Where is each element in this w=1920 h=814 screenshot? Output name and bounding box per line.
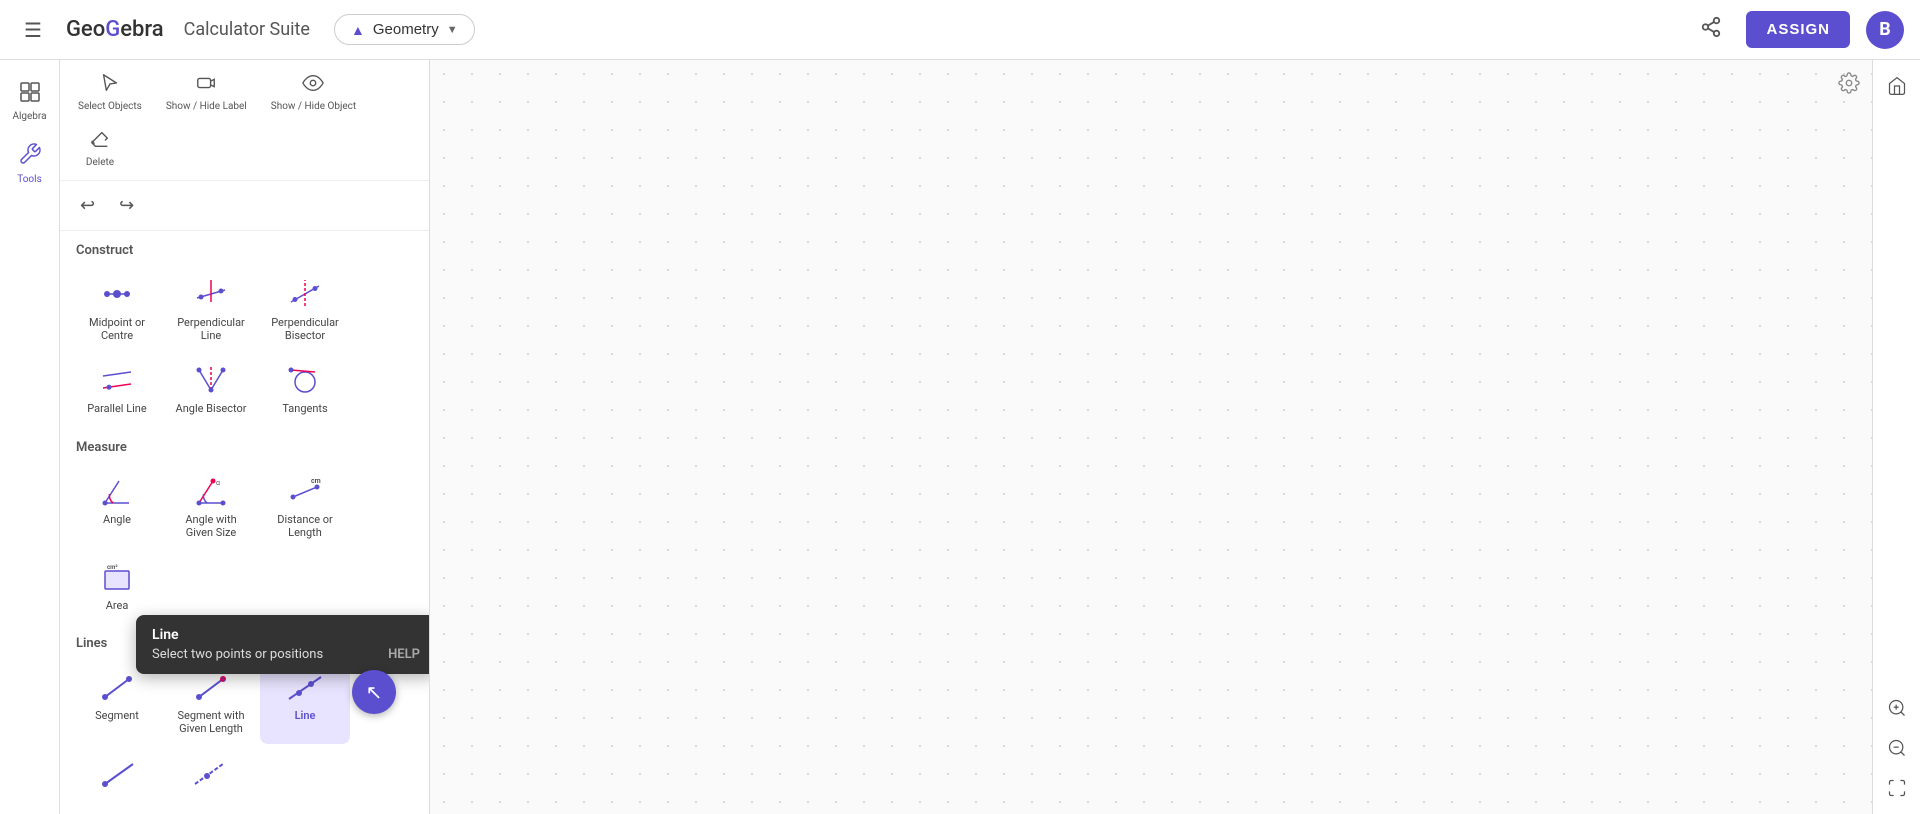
ray-tool-1[interactable] xyxy=(72,748,162,804)
svg-text:α: α xyxy=(216,479,220,487)
geometry-icon: ▲ xyxy=(351,22,365,38)
tools-icon xyxy=(18,142,42,172)
angle-given-size-tool[interactable]: α Angle with Given Size xyxy=(166,465,256,547)
assign-button[interactable]: ASSIGN xyxy=(1746,11,1850,48)
perpendicular-bisector-tool[interactable]: Perpendicular Bisector xyxy=(260,268,350,350)
midpoint-centre-label: Midpoint or Centre xyxy=(78,316,156,342)
fullscreen-button[interactable] xyxy=(1879,770,1915,806)
eraser-icon xyxy=(89,128,111,155)
ray-tool-2[interactable] xyxy=(166,748,256,804)
app-name: Calculator Suite xyxy=(184,19,310,40)
tooltip-description: Select two points or positions xyxy=(152,647,323,662)
measure-tools-grid: Angle α Angle with Given Size xyxy=(60,461,429,625)
area-tool[interactable]: cm² Area xyxy=(72,551,162,620)
angle-tool[interactable]: Angle xyxy=(72,465,162,547)
eye-icon xyxy=(302,72,324,99)
canvas-area[interactable] xyxy=(430,60,1872,814)
svg-text:cm: cm xyxy=(311,477,321,485)
show-hide-object-tool[interactable]: Show / Hide Object xyxy=(263,68,364,116)
tools-top-bar: Select Objects Show / Hide Label Show / … xyxy=(60,60,429,181)
line-label: Line xyxy=(295,709,316,722)
undo-button[interactable]: ↩ xyxy=(72,191,103,220)
main-layout: Algebra Tools Select Objects xyxy=(0,60,1920,814)
construct-tools-grid: Midpoint or Centre Perpendicular Line xyxy=(60,264,429,428)
chevron-down-icon: ▼ xyxy=(447,24,458,36)
cursor-arrow-icon: ↖ xyxy=(366,680,383,704)
share-icon[interactable] xyxy=(1692,8,1730,51)
area-label: Area xyxy=(106,599,129,612)
right-edge-panel xyxy=(1872,60,1920,814)
construct-section-label: Construct xyxy=(60,231,429,264)
parallel-line-tool[interactable]: Parallel Line xyxy=(72,354,162,423)
show-hide-label-label: Show / Hide Label xyxy=(166,101,247,112)
show-hide-label-tool[interactable]: Show / Hide Label xyxy=(158,68,255,116)
segment-given-length-label: Segment with Given Length xyxy=(172,709,250,735)
tooltip-title: Line xyxy=(152,627,420,643)
delete-label: Delete xyxy=(86,157,114,168)
help-link[interactable]: HELP xyxy=(388,647,420,662)
zoom-in-button[interactable] xyxy=(1879,690,1915,726)
settings-gear-icon[interactable] xyxy=(1838,72,1860,99)
geometry-label: Geometry xyxy=(373,21,439,38)
parallel-line-label: Parallel Line xyxy=(87,402,146,415)
header: ☰ GeoGebra Calculator Suite ▲ Geometry ▼… xyxy=(0,0,1920,60)
svg-text:cm²: cm² xyxy=(107,564,118,571)
angle-given-size-label: Angle with Given Size xyxy=(172,513,250,539)
sidebar-item-algebra[interactable]: Algebra xyxy=(4,72,56,130)
tooltip-popup: Line Select two points or positions HELP xyxy=(136,615,430,674)
tools-panel: Select Objects Show / Hide Label Show / … xyxy=(60,60,430,814)
angle-bisector-label: Angle Bisector xyxy=(176,402,247,415)
sidebar-icons: Algebra Tools xyxy=(0,60,60,814)
midpoint-centre-tool[interactable]: Midpoint or Centre xyxy=(72,268,162,350)
sidebar-item-tools[interactable]: Tools xyxy=(4,134,56,193)
select-icon xyxy=(99,72,121,99)
label-icon xyxy=(195,72,217,99)
angle-label: Angle xyxy=(103,513,131,526)
distance-length-label: Distance or Length xyxy=(266,513,344,539)
perpendicular-bisector-label: Perpendicular Bisector xyxy=(266,316,344,342)
measure-section-label: Measure xyxy=(60,428,429,461)
select-objects-tool[interactable]: Select Objects xyxy=(70,68,150,116)
angle-bisector-tool[interactable]: Angle Bisector xyxy=(166,354,256,423)
delete-tool[interactable]: Delete xyxy=(70,124,130,172)
menu-icon[interactable]: ☰ xyxy=(16,10,50,50)
select-label: Select Objects xyxy=(78,101,142,112)
home-button[interactable] xyxy=(1879,68,1915,104)
logo-text: GeoGebra xyxy=(66,17,164,42)
cursor-fab[interactable]: ↖ xyxy=(352,670,396,714)
tangents-label: Tangents xyxy=(282,402,327,415)
avatar[interactable]: B xyxy=(1866,11,1904,49)
tangents-tool[interactable]: Tangents xyxy=(260,354,350,423)
algebra-label: Algebra xyxy=(12,111,46,122)
geometry-button[interactable]: ▲ Geometry ▼ xyxy=(334,14,475,45)
distance-length-tool[interactable]: cm Distance or Length xyxy=(260,465,350,547)
perpendicular-line-label: Perpendicular Line xyxy=(172,316,250,342)
segment-label: Segment xyxy=(95,709,139,722)
show-hide-object-label: Show / Hide Object xyxy=(271,101,356,112)
tools-label: Tools xyxy=(17,174,41,185)
logo: GeoGebra xyxy=(66,17,164,42)
perpendicular-line-tool[interactable]: Perpendicular Line xyxy=(166,268,256,350)
undo-redo-bar: ↩ ↪ xyxy=(60,181,429,231)
canvas-grid xyxy=(430,60,1872,814)
zoom-out-button[interactable] xyxy=(1879,730,1915,766)
algebra-icon xyxy=(18,80,42,109)
redo-button[interactable]: ↪ xyxy=(111,191,142,220)
